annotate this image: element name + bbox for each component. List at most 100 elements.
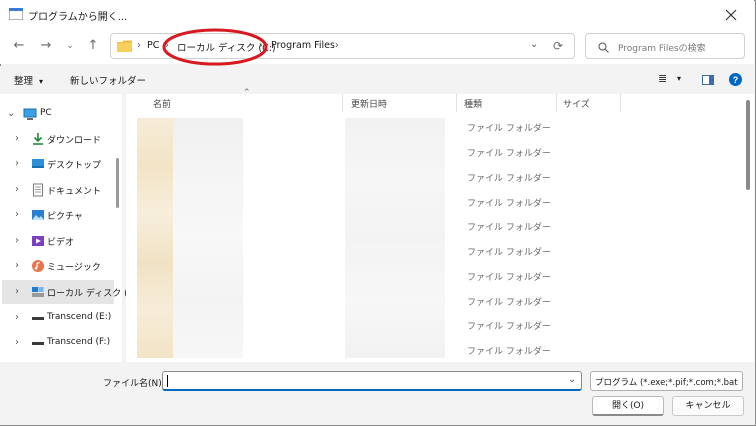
tree-item-pictures[interactable]: › ピクチャ (0, 203, 114, 227)
breadcrumb-program-files[interactable]: Program Files (271, 40, 335, 51)
file-list-scrollbar[interactable] (746, 100, 750, 190)
column-header-size[interactable]: サイズ (563, 97, 590, 110)
row-type: ファイル フォルダー (467, 149, 551, 159)
desktop-icon (32, 159, 44, 168)
column-separator[interactable] (456, 94, 457, 112)
tree-item-pc[interactable]: ⌄ PC (0, 102, 114, 126)
tree-label-documents: ドキュメント (47, 187, 102, 197)
close-icon[interactable] (712, 4, 750, 26)
sort-ascending-icon: ⌃ (243, 88, 251, 98)
collapsed-chevron-icon[interactable]: › (15, 184, 19, 195)
filetype-value: プログラム (*.exe;*.pif;*.com;*.bat (595, 378, 738, 388)
svg-text:?: ? (733, 75, 739, 85)
filename-label: ファイル名(N): (103, 379, 165, 389)
column-separator[interactable] (556, 94, 557, 112)
music-icon (32, 260, 44, 272)
tree-label-transcend-f: Transcend (F:) (47, 337, 111, 347)
forward-button[interactable]: → (36, 36, 56, 56)
row-type: ファイル フォルダー (467, 248, 551, 258)
documents-icon (33, 183, 43, 197)
view-options-chevron-icon[interactable]: ▾ (677, 74, 681, 83)
column-header-type[interactable]: 種類 (464, 97, 482, 110)
tree-label-download: ダウンロード (47, 136, 102, 146)
tree-label-music: ミュージック (47, 263, 101, 273)
organize-chevron-icon: ▾ (39, 77, 44, 86)
row-type: ファイル フォルダー (467, 273, 551, 283)
list-item[interactable]: ファイル フォルダー (126, 270, 746, 294)
list-item[interactable]: ファイル フォルダー (126, 121, 746, 145)
list-item[interactable]: ファイル フォルダー (126, 319, 746, 343)
cancel-button[interactable]: キャンセル (672, 396, 744, 416)
collapsed-chevron-icon[interactable]: › (15, 337, 19, 348)
open-button[interactable]: 開く(O) (592, 396, 664, 416)
collapsed-chevron-icon[interactable]: › (15, 286, 19, 297)
breadcrumb-pc[interactable]: PC (147, 40, 159, 51)
help-icon[interactable]: ? (729, 73, 742, 86)
tree-label-pc: PC (40, 108, 52, 118)
tree-item-music[interactable]: › ミュージック (0, 254, 114, 278)
collapsed-chevron-icon[interactable]: › (15, 133, 19, 144)
list-item[interactable]: ファイル フォルダー (126, 295, 746, 319)
up-button[interactable]: ↑ (83, 36, 103, 56)
tree-label-pictures: ピクチャ (47, 212, 83, 222)
search-icon (598, 42, 609, 53)
preview-pane-icon[interactable] (702, 75, 714, 85)
drive-icon (32, 342, 44, 345)
back-button[interactable]: ← (9, 36, 29, 56)
row-type: ファイル フォルダー (467, 223, 551, 233)
window-title: プログラムから開く... (28, 12, 128, 23)
row-type: ファイル フォルダー (467, 199, 551, 209)
tree-item-documents[interactable]: › ドキュメント (0, 178, 114, 202)
tree-item-transcend-e[interactable]: › Transcend (E:) (0, 306, 114, 330)
navigation-pane-scrollbar[interactable] (116, 158, 119, 208)
tree-label-local-disk: ローカル ディスク ( (47, 289, 128, 299)
breadcrumb-separator: › (137, 40, 141, 51)
address-dropdown-chevron-icon[interactable]: ⌄ (530, 39, 538, 50)
column-separator[interactable] (620, 94, 621, 112)
list-item[interactable]: ファイル フォルダー (126, 146, 746, 170)
tree-item-desktop[interactable]: › デスクトップ (0, 152, 114, 176)
column-header-name[interactable]: 名前 (153, 97, 171, 110)
annotation-ellipse (162, 28, 268, 66)
collapsed-chevron-icon[interactable]: › (15, 235, 19, 246)
organize-button[interactable]: 整理 ▾ (14, 73, 43, 87)
new-folder-button[interactable]: 新しいフォルダー (70, 73, 146, 87)
recent-locations-chevron-icon[interactable]: ⌄ (60, 36, 80, 56)
collapsed-chevron-icon[interactable]: › (15, 158, 19, 169)
collapsed-chevron-icon[interactable]: › (15, 209, 19, 220)
search-input[interactable]: Program Filesの検索 (585, 33, 745, 59)
tree-item-download[interactable]: › ダウンロード (0, 127, 114, 151)
tree-label-videos: ビデオ (47, 238, 75, 248)
refresh-button[interactable]: ⟳ (547, 36, 569, 56)
collapsed-chevron-icon[interactable]: › (15, 260, 19, 271)
expanded-chevron-icon[interactable]: ⌄ (7, 108, 15, 119)
view-options-icon[interactable]: ≣ (658, 72, 667, 85)
search-placeholder: Program Filesの検索 (618, 44, 706, 54)
filename-input[interactable]: ⌄ (162, 371, 582, 391)
column-separator[interactable] (342, 94, 343, 112)
local-disk-icon (32, 287, 44, 297)
list-item[interactable]: ファイル フォルダー (126, 196, 746, 220)
text-caret (167, 375, 168, 387)
window-icon (9, 8, 23, 20)
tree-item-local-disk[interactable]: › ローカル ディスク ( (0, 280, 128, 304)
row-type: ファイル フォルダー (467, 322, 551, 332)
row-type: ファイル フォルダー (467, 347, 551, 357)
tree-label-desktop: デスクトップ (47, 161, 102, 171)
tree-item-transcend-f[interactable]: › Transcend (F:) (0, 331, 114, 355)
filename-dropdown-chevron-icon[interactable]: ⌄ (568, 374, 576, 385)
drive-icon (32, 317, 44, 320)
row-type: ファイル フォルダー (467, 298, 551, 308)
breadcrumb-separator: › (335, 40, 339, 51)
tree-label-transcend-e: Transcend (E:) (47, 312, 112, 322)
collapsed-chevron-icon[interactable]: › (15, 312, 19, 323)
row-type: ファイル フォルダー (467, 124, 551, 134)
organize-label: 整理 (14, 76, 34, 87)
filetype-select[interactable]: プログラム (*.exe;*.pif;*.com;*.bat (590, 371, 743, 391)
tree-item-videos[interactable]: › ビデオ (0, 229, 114, 253)
list-item[interactable]: ファイル フォルダー (126, 245, 746, 269)
column-header-date[interactable]: 更新日時 (351, 97, 387, 110)
row-type: ファイル フォルダー (467, 174, 551, 184)
list-item[interactable]: ファイル フォルダー (126, 220, 746, 244)
list-item[interactable]: ファイル フォルダー (126, 171, 746, 195)
